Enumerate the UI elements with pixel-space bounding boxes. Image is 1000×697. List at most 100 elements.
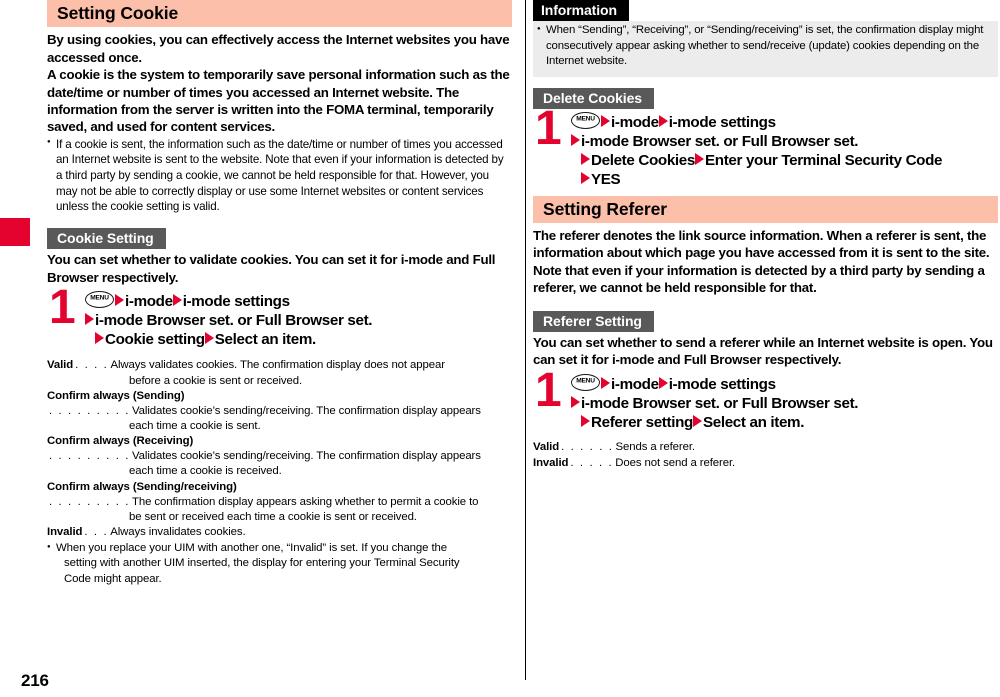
step-line-2: i-mode Browser set. or Full Browser set. [85,311,512,330]
definition-desc-cont: each time a cookie is received. [129,465,282,478]
referer-setting-step-1: 1 MENU i-mode i-mode settings i-mode Brows… [533,366,998,432]
definition-dots: . . . . . . . . . [49,404,130,417]
subsection-title-referer-setting: Referer Setting [533,310,654,332]
menu-key-icon[interactable]: MENU [85,290,114,308]
definition-row-invalid: Invalid . . . . . Does not send a refere… [533,456,998,472]
arrow-icon [85,313,94,326]
definition-dots: . . . . . . [561,441,614,454]
information-box-body: When “Sending”, “Receiving”, or “Sending… [533,21,998,77]
arrow-icon [115,293,124,306]
step-target-imode: i-mode [611,113,659,131]
step-target-imode-settings: i-mode settings [668,375,776,393]
arrow-icon [581,152,590,165]
step-number: 1 [535,101,562,155]
step-target-imode: i-mode [611,375,659,393]
step-line-3: Referer setting Select an item. [571,413,998,432]
arrow-icon [601,114,610,127]
definition-note-line-2: setting with another UIM inserted, the d… [64,557,460,570]
arrow-icon [571,133,580,146]
referer-setting-lead: You can set whether to send a referer wh… [533,334,993,368]
page-number: 216 [21,671,49,690]
step-number: 1 [49,280,76,334]
arrow-icon [692,414,702,427]
definition-desc: The confirmation display appears asking … [132,495,479,508]
step-line-2: i-mode Browser set. or Full Browser set. [571,132,998,151]
definition-row-confirm-sending: . . . . . . . . . Validates cookie’s sen… [47,404,512,419]
step-instruction-lines: MENU i-mode i-mode settings i-mode Browser… [571,111,998,190]
definition-term: Confirm always (Sending/receiving) [47,480,237,493]
information-bullet: When “Sending”, “Receiving”, or “Sending… [537,23,992,70]
delete-cookies-step-1: 1 MENU i-mode i-mode settings i-mode Brows… [533,104,998,190]
step-target-yes: YES [591,171,621,189]
definition-desc-cont: each time a cookie is sent. [129,419,261,432]
definition-row-confirm-receiving: . . . . . . . . . Validates cookie’s sen… [47,449,512,464]
information-box-header: Information [533,0,629,22]
definition-note-line-1: When you replace your UIM with another o… [56,542,447,555]
setting-cookie-intro: By using cookies, you can effectively ac… [47,31,512,135]
arrow-icon [658,376,668,389]
step-target-delete-cookies: Delete Cookies [591,151,695,169]
arrow-icon [571,395,580,408]
step1-target-imode: i-mode [125,292,173,310]
arrow-icon [172,293,182,306]
step-line-4: YES [571,170,998,189]
arrow-icon [204,332,214,345]
cookie-setting-lead: You can set whether to validate cookies.… [47,252,496,285]
side-tab: i-mode/Full Browser [0,218,30,678]
step-line-1: MENU i-mode i-mode settings [571,111,998,132]
step-line-2: i-mode Browser set. or Full Browser set. [571,394,998,413]
referer-definition-list: Valid . . . . . . Sends a referer. Inval… [533,440,998,472]
step-target-browser-set: i-mode Browser set. or Full Browser set. [581,394,859,412]
definition-term: Confirm always (Sending) [47,389,185,402]
section-title-setting-cookie: Setting Cookie [47,0,512,28]
definition-desc-cont: be sent or received each time a cookie i… [129,510,417,523]
step-target-referer-setting: Referer setting [591,413,693,431]
setting-referer-intro: The referer denotes the link source info… [533,227,998,297]
right-column: Information When “Sending”, “Receiving”,… [533,0,998,472]
definition-row-confirm-sending-receiving: . . . . . . . . . The confirmation displ… [47,495,512,510]
definition-desc: Sends a referer. [615,441,696,454]
step-instruction-lines: MENU i-mode i-mode settings i-mode Browser… [571,373,998,432]
step-target-browser-set: i-mode Browser set. or Full Browser set. [581,132,859,150]
definition-term: Valid [47,359,74,372]
menu-key-icon[interactable]: MENU [571,373,600,391]
section-title-setting-referer: Setting Referer [533,195,998,224]
definition-desc: Does not send a referer. [615,456,736,469]
setting-cookie-intro-bullet: If a cookie is sent, the information suc… [47,137,512,215]
side-tab-marker [0,218,30,246]
menu-key-label: MENU [576,115,595,123]
definition-dots: . . . . . . . . . [49,450,130,463]
arrow-icon [601,376,610,389]
step1-target-browser-set: i-mode Browser set. or Full Browser set. [95,312,373,330]
cookie-setting-step-1: 1 MENU i-mode i-mode settings i-mode Brows… [47,283,512,349]
arrow-icon [658,114,668,127]
information-box: Information When “Sending”, “Receiving”,… [533,0,998,77]
menu-key-label: MENU [576,377,595,385]
step1-target-select-item: Select an item. [214,331,316,349]
arrow-icon [581,414,590,427]
definition-note: When you replace your UIM with another o… [47,541,512,586]
definition-term: Confirm always (Receiving) [47,435,194,448]
definition-term: Valid [533,441,560,454]
definition-dots: . . . . . [570,456,614,469]
arrow-icon [695,152,704,165]
information-line-1: When “Sending”, “Receiving”, or “Sending… [546,24,954,37]
step-line-1: MENU i-mode i-mode settings [571,373,998,394]
definition-row-valid: Valid . . . . . . Sends a referer. [533,440,998,456]
menu-key-icon[interactable]: MENU [571,111,600,129]
step-instruction-lines: MENU i-mode i-mode settings i-mode Browser… [85,290,512,349]
definition-dots: . . . . . . . . . [49,495,130,508]
step-line-3: Cookie setting Select an item. [85,330,512,349]
step-line-1: MENU i-mode i-mode settings [85,290,512,311]
definition-desc: Validates cookie’s sending/receiving. Th… [132,404,481,417]
intro-paragraph-1: By using cookies, you can effectively ac… [47,32,510,65]
step1-target-cookie-setting: Cookie setting [105,331,205,349]
step-number: 1 [535,363,562,417]
definition-dots: . . . . [75,359,109,372]
arrow-icon [581,172,590,185]
definition-desc: Always invalidates cookies. [110,526,246,539]
left-column: Setting Cookie By using cookies, you can… [47,0,512,587]
step-target-security-code: Enter your Terminal Security Code [705,151,943,169]
step1-target-imode-settings: i-mode settings [182,292,290,310]
definition-term: Invalid [533,456,569,469]
